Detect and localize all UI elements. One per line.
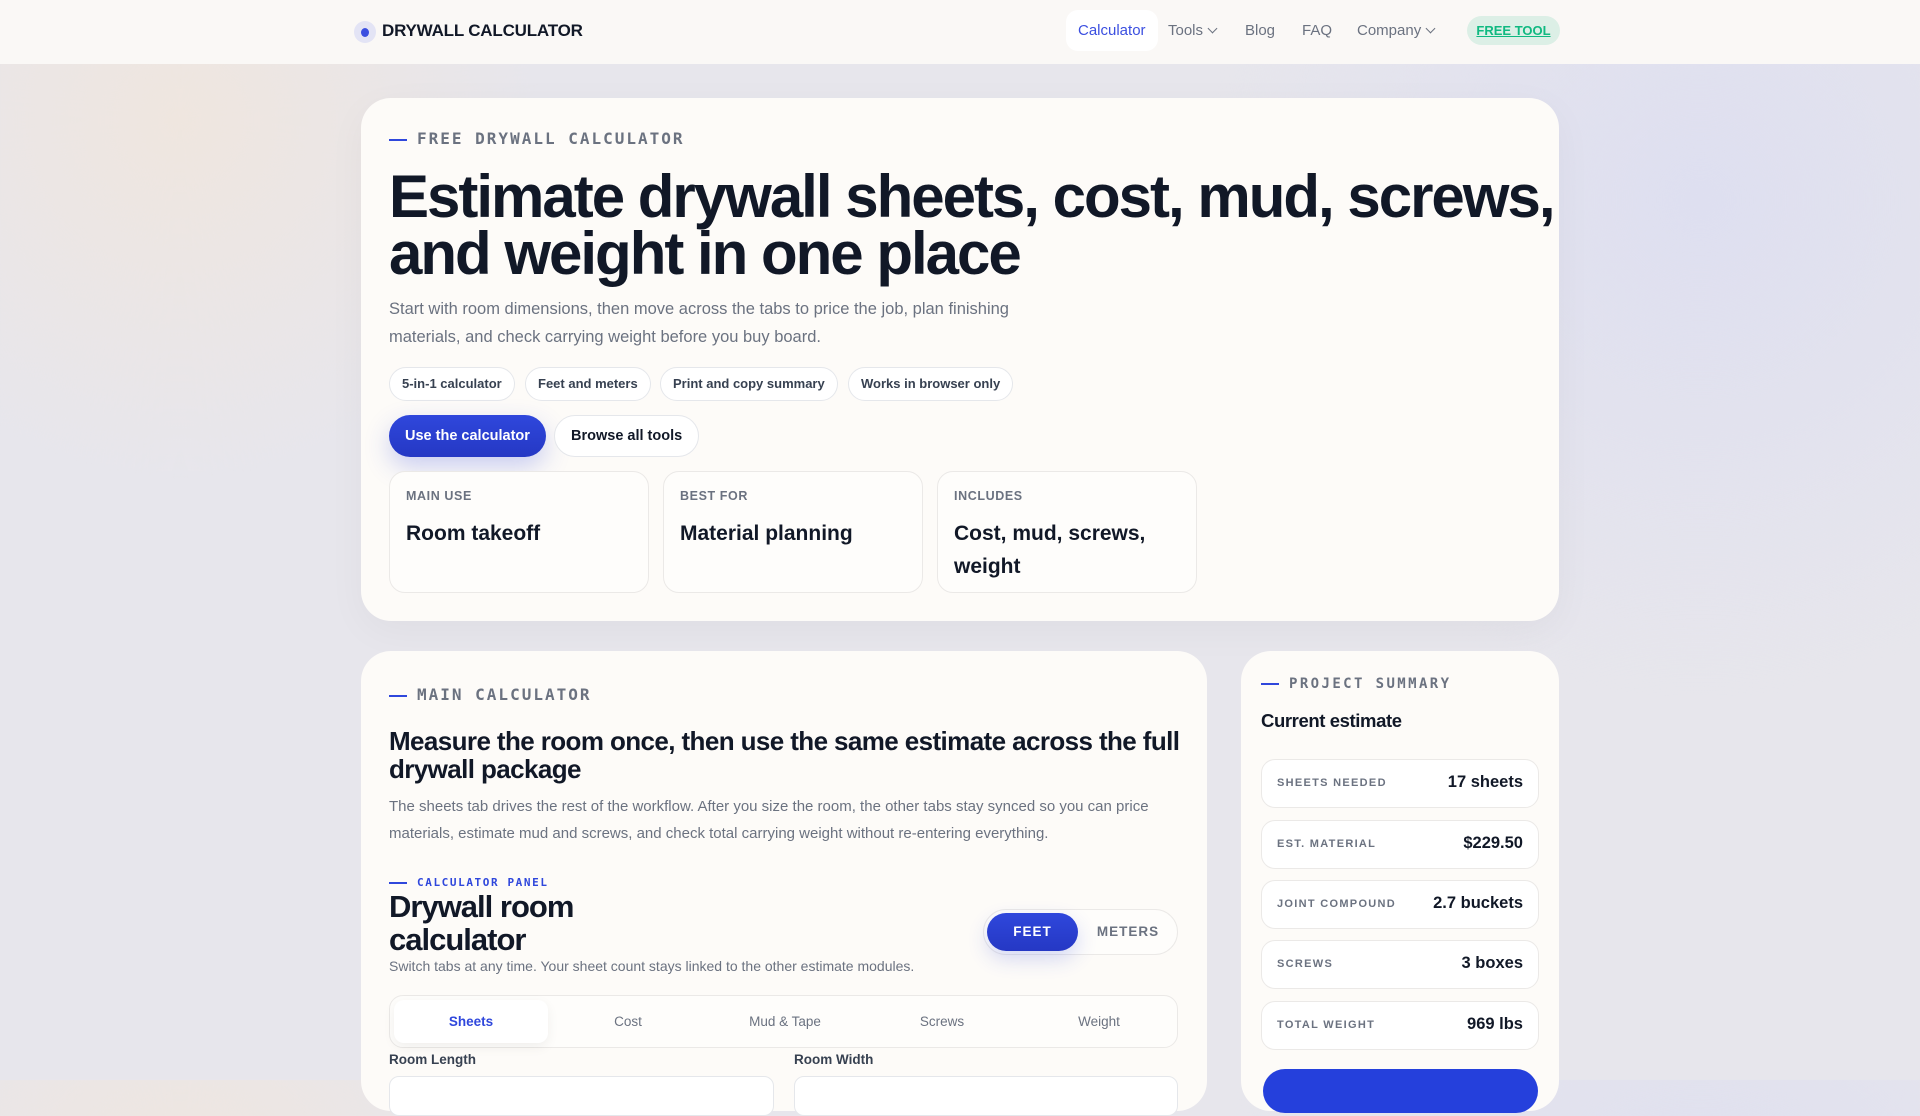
panel-subtitle: Switch tabs at any time. Your sheet coun… (389, 958, 915, 974)
summary-value: 969 lbs (1467, 1015, 1523, 1033)
room-length-label: Room Length (389, 1052, 476, 1067)
room-width-label: Room Width (794, 1052, 874, 1067)
summary-label: SHEETS NEEDED (1277, 777, 1387, 789)
tab-sheets[interactable]: Sheets (394, 1000, 548, 1043)
info-card-includes: INCLUDES Cost, mud, screws, weight (937, 471, 1197, 593)
panel-title-line-2: calculator (389, 922, 526, 957)
summary-label: TOTAL WEIGHT (1277, 1019, 1376, 1031)
unit-toggle: FEET METERS (983, 909, 1178, 955)
main-eyebrow: MAIN CALCULATOR (389, 685, 592, 704)
summary-row-compound: JOINT COMPOUND 2.7 buckets (1261, 880, 1539, 929)
use-calculator-button[interactable]: Use the calculator (389, 415, 546, 457)
info-label: MAIN USE (406, 489, 472, 503)
nav-tools[interactable]: Tools (1168, 22, 1218, 39)
nav-company[interactable]: Company (1357, 22, 1436, 39)
feature-chip: 5-in-1 calculator (389, 367, 515, 401)
hero-lead: Start with room dimensions, then move ac… (389, 295, 1009, 351)
panel-title: Drywall room calculator (389, 889, 574, 957)
nav-blog[interactable]: Blog (1245, 22, 1275, 39)
feature-chip: Print and copy summary (660, 367, 838, 401)
summary-label: SCREWS (1277, 958, 1334, 970)
lead-line-1: Start with room dimensions, then move ac… (389, 300, 1009, 318)
panel-title-line-1: Drywall room (389, 889, 574, 924)
info-value: Material planning (680, 522, 853, 545)
desc-line-2: materials, estimate mud and screws, and … (389, 825, 1049, 842)
unit-meters[interactable]: METERS (1084, 913, 1172, 951)
summary-value: 2.7 buckets (1433, 894, 1523, 912)
nav-company-label: Company (1357, 22, 1422, 39)
hero-eyebrow: FREE DRYWALL CALCULATOR (389, 129, 685, 148)
feature-chip: Feet and meters (525, 367, 651, 401)
lead-line-2: materials, and check carrying weight bef… (389, 328, 821, 346)
summary-row-weight: TOTAL WEIGHT 969 lbs (1261, 1001, 1539, 1050)
logo-icon (354, 21, 376, 43)
summary-label: JOINT COMPOUND (1277, 898, 1397, 910)
nav-faq[interactable]: FAQ (1302, 22, 1332, 39)
summary-title: Current estimate (1261, 710, 1402, 731)
room-width-input[interactable] (794, 1076, 1178, 1116)
summary-value: 3 boxes (1461, 954, 1523, 972)
tab-mud-tape[interactable]: Mud & Tape (708, 1000, 862, 1043)
tab-weight[interactable]: Weight (1022, 1000, 1176, 1043)
page-title: Estimate drywall sheets, cost, mud, scre… (389, 167, 1556, 284)
tab-screws[interactable]: Screws (865, 1000, 1019, 1043)
info-label: BEST FOR (680, 489, 748, 503)
info-card-best-for: BEST FOR Material planning (663, 471, 923, 593)
nav-tools-label: Tools (1168, 22, 1204, 39)
info-card-main-use: MAIN USE Room takeoff (389, 471, 649, 593)
summary-row-sheets: SHEETS NEEDED 17 sheets (1261, 759, 1539, 808)
unit-feet[interactable]: FEET (987, 913, 1078, 951)
calculator-tabs: Sheets Cost Mud & Tape Screws Weight (389, 995, 1178, 1048)
summary-row-screws: SCREWS 3 boxes (1261, 940, 1539, 989)
summary-value: $229.50 (1463, 834, 1523, 852)
desc-line-1: The sheets tab drives the rest of the wo… (389, 798, 1149, 815)
panel-eyebrow: CALCULATOR PANEL (389, 876, 549, 889)
chevron-down-icon (1425, 23, 1436, 34)
logo-text[interactable]: DRYWALL CALCULATOR (382, 21, 583, 41)
site-header: DRYWALL CALCULATOR Calculator Tools Blog… (0, 0, 1920, 64)
chevron-down-icon (1207, 23, 1218, 34)
title-line-2: and weight in one place (389, 220, 1022, 287)
summary-eyebrow: PROJECT SUMMARY (1261, 676, 1451, 692)
info-value: Cost, mud, screws, weight (954, 522, 1146, 578)
main-desc: The sheets tab drives the rest of the wo… (389, 793, 1149, 847)
info-label: INCLUDES (954, 489, 1023, 503)
tab-cost[interactable]: Cost (551, 1000, 705, 1043)
browse-tools-button[interactable]: Browse all tools (554, 415, 700, 457)
main-title: Measure the room once, then use the same… (389, 726, 1180, 784)
feature-chip: Works in browser only (848, 367, 1014, 401)
summary-row-material: EST. MATERIAL $229.50 (1261, 820, 1539, 869)
summary-label: EST. MATERIAL (1277, 838, 1377, 850)
free-tool-badge[interactable]: FREE TOOL (1467, 16, 1560, 45)
summary-action-button[interactable] (1263, 1069, 1538, 1113)
info-value: Room takeoff (406, 522, 541, 545)
summary-value: 17 sheets (1447, 773, 1523, 791)
nav-calculator[interactable]: Calculator (1066, 10, 1158, 51)
room-length-input[interactable] (389, 1076, 774, 1116)
